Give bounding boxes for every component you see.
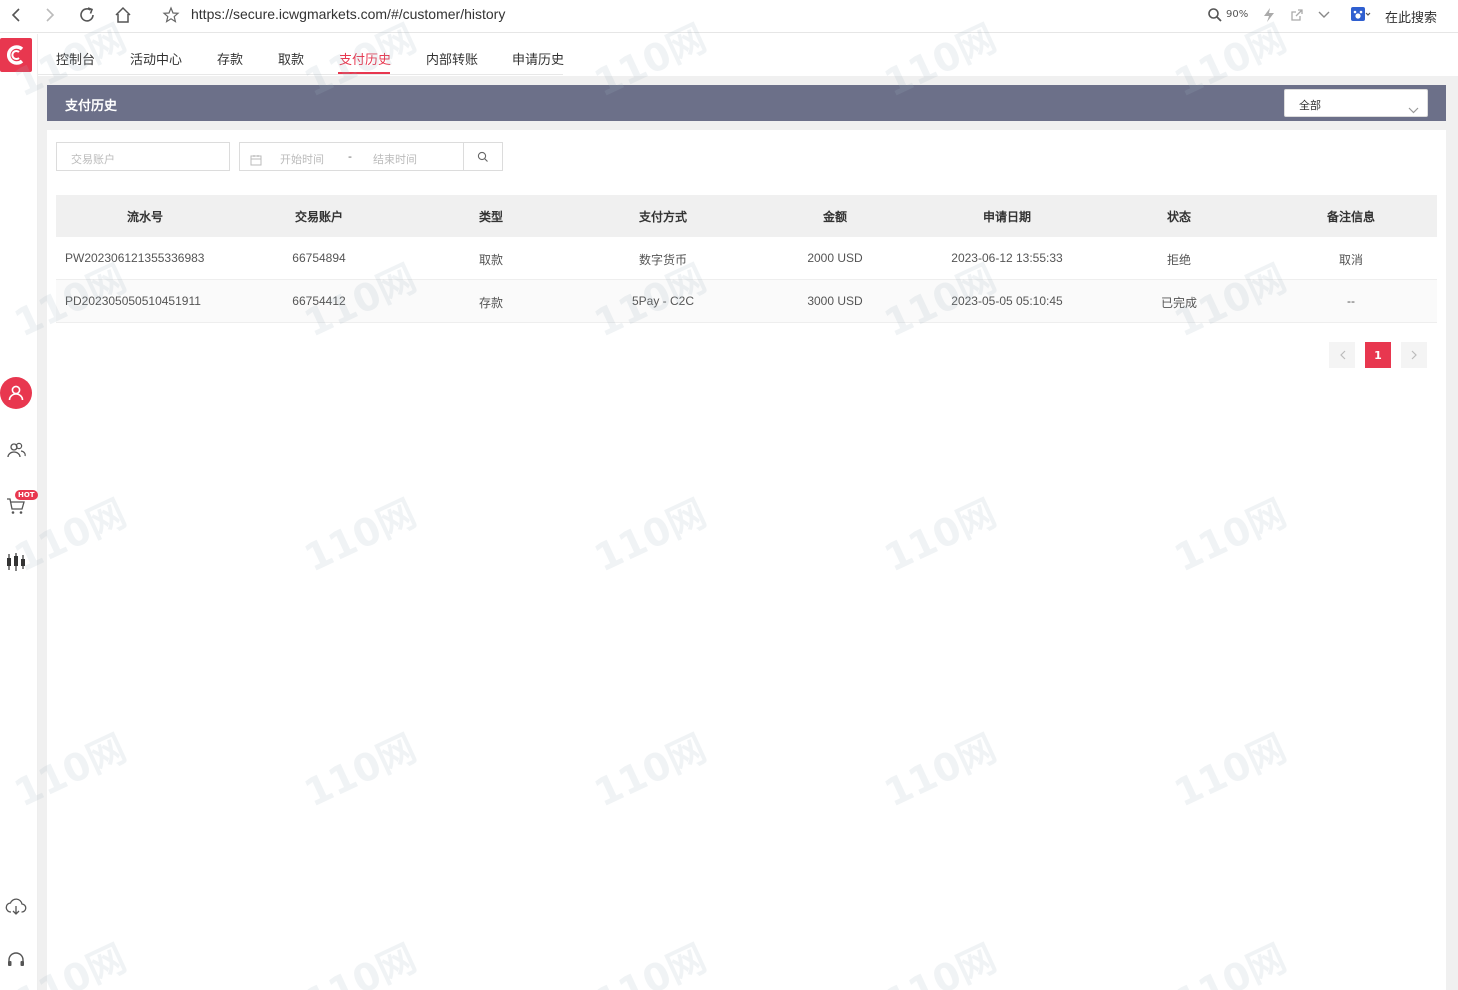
- calendar-icon: [250, 151, 262, 170]
- column-header: 类型: [478, 210, 504, 224]
- group-icon[interactable]: [0, 434, 32, 466]
- tab-dashboard[interactable]: 控制台: [56, 49, 95, 68]
- page-number-button[interactable]: 1: [1365, 342, 1391, 368]
- cloud-download-icon[interactable]: [0, 891, 32, 923]
- left-sidebar: HOT: [0, 34, 38, 990]
- cell-amount: 3000 USD: [807, 294, 863, 308]
- page-title: 支付历史: [65, 99, 118, 114]
- search-button[interactable]: [463, 142, 503, 171]
- prev-page-button[interactable]: [1329, 342, 1355, 368]
- headset-support-icon[interactable]: [0, 944, 32, 976]
- cell-method: 数字货币: [638, 253, 688, 267]
- account-input[interactable]: 交易账户: [56, 142, 230, 171]
- nav-divider: [38, 74, 563, 75]
- table-header: 流水号 交易账户 类型 支付方式 金额 申请日期 状态 备注信息: [56, 195, 1437, 237]
- payment-history-table: 流水号 交易账户 类型 支付方式 金额 申请日期 状态 备注信息 PW20230…: [56, 195, 1437, 323]
- cell-serial: PD202305050510451911: [65, 294, 201, 308]
- status-filter-select[interactable]: 全部: [1284, 89, 1428, 117]
- tab-activity-center[interactable]: 活动中心: [130, 49, 182, 68]
- address-bar[interactable]: https://secure.icwgmarkets.com/#/custome…: [191, 6, 505, 22]
- cell-serial: PW202306121355336983: [65, 251, 205, 265]
- lightning-icon[interactable]: [1258, 4, 1280, 26]
- chevron-right-icon: [1411, 350, 1417, 360]
- zoom-icon[interactable]: [1204, 4, 1226, 26]
- date-separator: -: [348, 150, 352, 163]
- cell-date: 2023-06-12 13:55:33: [951, 251, 1063, 265]
- column-header: 状态: [1166, 210, 1192, 224]
- cell-date: 2023-05-05 05:10:45: [951, 294, 1063, 308]
- next-page-button[interactable]: [1401, 342, 1427, 368]
- column-header: 申请日期: [982, 210, 1032, 224]
- column-header: 备注信息: [1326, 210, 1376, 224]
- search-box-label[interactable]: 在此搜索: [1385, 7, 1437, 26]
- column-header: 流水号: [126, 210, 164, 224]
- chevron-down-icon: [1408, 99, 1419, 118]
- column-header: 金额: [822, 210, 848, 224]
- column-header: 支付方式: [638, 210, 688, 224]
- date-range-picker[interactable]: 开始时间 - 结束时间: [239, 142, 464, 171]
- cell-account: 66754894: [292, 251, 346, 265]
- active-tab-indicator: [338, 72, 390, 74]
- table-row[interactable]: PW202306121355336983 66754894 取款 数字货币 20…: [56, 237, 1437, 280]
- table-row[interactable]: PD202305050510451911 66754412 存款 5Pay - …: [56, 280, 1437, 323]
- top-navigation: 控制台 活动中心 存款 取款 支付历史 内部转账 申请历史: [38, 34, 1458, 76]
- tab-application-history[interactable]: 申请历史: [512, 49, 564, 68]
- search-icon: [477, 151, 488, 162]
- brand-logo-icon[interactable]: [0, 38, 32, 72]
- cell-method: 5Pay - C2C: [631, 294, 695, 308]
- cell-account: 66754412: [292, 294, 346, 308]
- account-placeholder: 交易账户: [71, 153, 115, 166]
- cell-remark: 取消: [1338, 253, 1364, 267]
- share-icon[interactable]: [1286, 4, 1308, 26]
- tab-payment-history[interactable]: 支付历史: [339, 49, 391, 68]
- reload-icon[interactable]: [76, 4, 98, 26]
- tab-deposit[interactable]: 存款: [217, 49, 243, 68]
- panel-header: 支付历史 全部: [47, 85, 1446, 121]
- cell-amount: 2000 USD: [807, 251, 863, 265]
- select-value: 全部: [1299, 99, 1321, 112]
- forward-icon[interactable]: [39, 4, 61, 26]
- cell-type: 存款: [478, 296, 504, 310]
- panel-body: 交易账户 开始时间 - 结束时间 流水号 交易账户 类型 支付方式 金额 申请日…: [47, 130, 1446, 990]
- cell-remark: --: [1347, 294, 1355, 308]
- start-date-placeholder[interactable]: 开始时间: [280, 151, 324, 167]
- column-header: 交易账户: [294, 210, 344, 224]
- home-icon[interactable]: [112, 4, 134, 26]
- candlestick-chart-icon[interactable]: [0, 546, 32, 578]
- hot-badge: HOT: [15, 490, 38, 500]
- paw-search-icon[interactable]: [1350, 4, 1372, 26]
- bookmark-star-icon[interactable]: [160, 4, 182, 26]
- tab-withdraw[interactable]: 取款: [278, 49, 304, 68]
- user-icon[interactable]: [0, 377, 32, 409]
- zoom-level: 90%: [1226, 9, 1249, 20]
- chevron-left-icon: [1339, 350, 1345, 360]
- browser-toolbar: https://secure.icwgmarkets.com/#/custome…: [0, 0, 1458, 33]
- back-icon[interactable]: [5, 4, 27, 26]
- cell-status: 已完成: [1160, 296, 1198, 310]
- end-date-placeholder[interactable]: 结束时间: [373, 151, 417, 167]
- chevron-down-icon[interactable]: [1313, 4, 1335, 26]
- cell-type: 取款: [478, 253, 504, 267]
- tab-internal-transfer[interactable]: 内部转账: [426, 49, 478, 68]
- cell-status: 拒绝: [1166, 253, 1192, 267]
